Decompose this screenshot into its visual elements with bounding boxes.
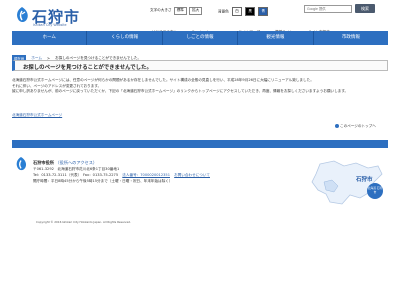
- error-message: 北海道石狩市公式ホームページには、任意のページが何らかの問題があるか存在しません…: [12, 78, 388, 95]
- footer-phone-fax: Tel：0133-72-3111（代表） Fax：0133-75-2275: [33, 173, 119, 177]
- nav-city-admin[interactable]: 市政情報: [314, 31, 388, 45]
- breadcrumb: 現在地 ホーム > お探しのページを見つけることができませんでした。: [12, 48, 141, 62]
- nav-business[interactable]: しごとの情報: [163, 31, 239, 45]
- bg-black-button[interactable]: 黒: [245, 7, 256, 16]
- text-size-standard-button[interactable]: 標準: [173, 7, 187, 15]
- footer-link-privacy[interactable]: 個人情報保護: [77, 150, 104, 158]
- nav-tourism[interactable]: 観光情報: [238, 31, 314, 45]
- site-subtitle: Ishikari City Website: [33, 23, 67, 27]
- footer-nav: リンク・著作権・免責事項 個人情報保護 アクセシビリティ: [12, 140, 388, 156]
- search-button[interactable]: 検索: [355, 4, 375, 13]
- inquiry-link[interactable]: お問い合わせについて: [174, 173, 210, 177]
- bg-white-button[interactable]: 白: [231, 7, 242, 16]
- bg-color-label: 背景色: [218, 9, 229, 14]
- text-size-control: 文字の大きさ 標準 拡大: [150, 7, 203, 15]
- city-logo-icon[interactable]: [14, 6, 30, 24]
- nav-home[interactable]: ホーム: [12, 31, 88, 45]
- footer-office-name: 石狩市役所 （役所へのアクセス）: [33, 160, 98, 165]
- footer-contact: Tel：0133-72-3111（代表） Fax：0133-75-2275 法人…: [33, 173, 210, 178]
- bg-color-control: 背景色 白 黒 青: [218, 7, 269, 16]
- city-badge: 北海道 石狩市: [367, 183, 383, 199]
- footer-address: 〒061-3292 北海道石狩市花川北6条1丁目30番地1: [33, 167, 120, 171]
- footer-hours: 開庁時間：平日8時45分から午後5時15分まで（土曜・日曜・祝日、年末年始は除く…: [33, 179, 173, 183]
- search-input[interactable]: [304, 5, 352, 13]
- message-line: 誠に申し訳ありませんが、前のページに戻っていただくか、下記の「北海道石狩市公式ホ…: [12, 89, 349, 94]
- page-title: お探しのページを見つけることができませんでした。: [23, 65, 152, 71]
- official-homepage-link[interactable]: 北海道石狩市公式ホームページ: [12, 113, 62, 118]
- page-heading-box: お探しのページを見つけることができませんでした。: [12, 60, 388, 71]
- text-size-large-button[interactable]: 拡大: [189, 7, 203, 15]
- global-nav: ホーム くらしの情報 しごとの情報 観光情報 市政情報: [12, 31, 388, 45]
- footer-link-accessibility[interactable]: アクセシビリティ: [114, 150, 148, 158]
- nav-living[interactable]: くらしの情報: [87, 31, 163, 45]
- office-access-link[interactable]: （役所へのアクセス）: [55, 160, 97, 165]
- text-size-label: 文字の大きさ: [150, 8, 172, 12]
- bullet-icon: [114, 152, 118, 156]
- circle-up-icon: [335, 124, 339, 128]
- page-top-link[interactable]: このページのトップへ: [335, 124, 376, 129]
- bullet-icon: [77, 152, 81, 156]
- copyright: Copyright © 2016 Ishikari City Hokkaido …: [36, 220, 131, 224]
- map-city-label: 石狩市: [356, 177, 373, 183]
- corporate-number-link[interactable]: 法人番号：7000020012351: [122, 173, 170, 177]
- city-logo-icon: [16, 157, 27, 171]
- bg-blue-button[interactable]: 青: [258, 7, 269, 16]
